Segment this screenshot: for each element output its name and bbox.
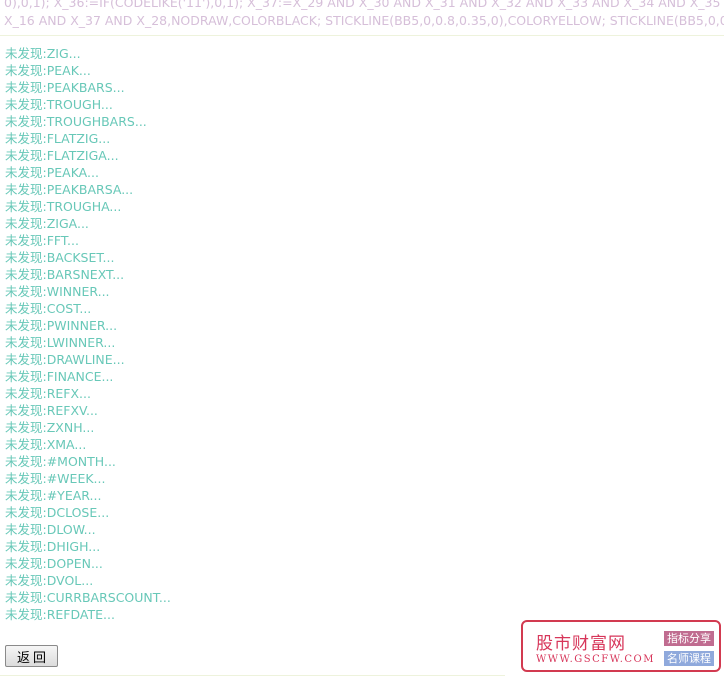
result-list-item: 未发现:ZIG... <box>5 46 81 61</box>
result-list-item: 未发现:REFDATE... <box>5 607 115 622</box>
result-list-item: 未发现:FLATZIG... <box>5 131 111 146</box>
result-list-item: 未发现:BARSNEXT... <box>5 267 125 282</box>
result-list-item: 未发现:WINNER... <box>5 284 110 299</box>
result-list-item: 未发现:DOPEN... <box>5 556 103 571</box>
result-list-item: 未发现:FFT... <box>5 233 79 248</box>
result-list-item: 未发现:COST... <box>5 301 92 316</box>
watermark-title: 股市财富网 <box>536 634 626 654</box>
result-list-item: 未发现:ZIGA... <box>5 216 89 231</box>
divider <box>0 675 505 676</box>
result-list-item: 未发现:TROUGH... <box>5 97 113 112</box>
result-list-item: 未发现:#YEAR... <box>5 488 102 503</box>
result-list-item: 未发现:DHIGH... <box>5 539 101 554</box>
site-watermark-logo: 股市财富网 WWW.GSCFW.COM 指标分享 名师课程 <box>521 620 721 672</box>
result-list-item: 未发现:PEAKA... <box>5 165 99 180</box>
formula-code-block: 0),0,1); X_36:=IF(CODELIKE('11'),0,1); X… <box>4 0 724 30</box>
watermark-tag-courses: 名师课程 <box>664 651 714 666</box>
result-list-item: 未发现:TROUGHBARS... <box>5 114 147 129</box>
code-line: X_16 AND X_37 AND X_28,NODRAW,COLORBLACK… <box>4 13 724 28</box>
result-list-item: 未发现:PWINNER... <box>5 318 118 333</box>
result-list: 未发现:ZIG... 未发现:PEAK... 未发现:PEAKBARS... 未发现:… <box>5 45 171 623</box>
result-list-item: 未发现:BACKSET... <box>5 250 115 265</box>
code-line: 0),0,1); X_36:=IF(CODELIKE('11'),0,1); X… <box>4 0 724 10</box>
result-list-item: 未发现:#MONTH... <box>5 454 116 469</box>
result-list-item: 未发现:FINANCE... <box>5 369 114 384</box>
result-list-item: 未发现:DCLOSE... <box>5 505 110 520</box>
result-list-item: 未发现:PEAK... <box>5 63 91 78</box>
result-list-item: 未发现:PEAKBARS... <box>5 80 125 95</box>
result-list-item: 未发现:DVOL... <box>5 573 94 588</box>
result-list-item: 未发现:REFXV... <box>5 403 98 418</box>
page: 0),0,1); X_36:=IF(CODELIKE('11'),0,1); X… <box>0 0 724 677</box>
result-list-item: 未发现:DLOW... <box>5 522 96 537</box>
result-list-item: 未发现:CURRBARSCOUNT... <box>5 590 171 605</box>
result-list-item: 未发现:TROUGHA... <box>5 199 122 214</box>
result-list-item: 未发现:PEAKBARSA... <box>5 182 134 197</box>
watermark-url: WWW.GSCFW.COM <box>536 654 655 665</box>
result-list-item: 未发现:#WEEK... <box>5 471 106 486</box>
result-list-item: 未发现:REFX... <box>5 386 91 401</box>
back-button[interactable]: 返回 <box>5 645 58 667</box>
result-list-item: 未发现:FLATZIGA... <box>5 148 119 163</box>
result-list-item: 未发现:LWINNER... <box>5 335 116 350</box>
result-list-item: 未发现:XMA... <box>5 437 87 452</box>
result-list-item: 未发现:DRAWLINE... <box>5 352 125 367</box>
watermark-tag-indicator-share: 指标分享 <box>664 631 714 646</box>
divider <box>0 35 724 36</box>
result-list-item: 未发现:ZXNH... <box>5 420 95 435</box>
